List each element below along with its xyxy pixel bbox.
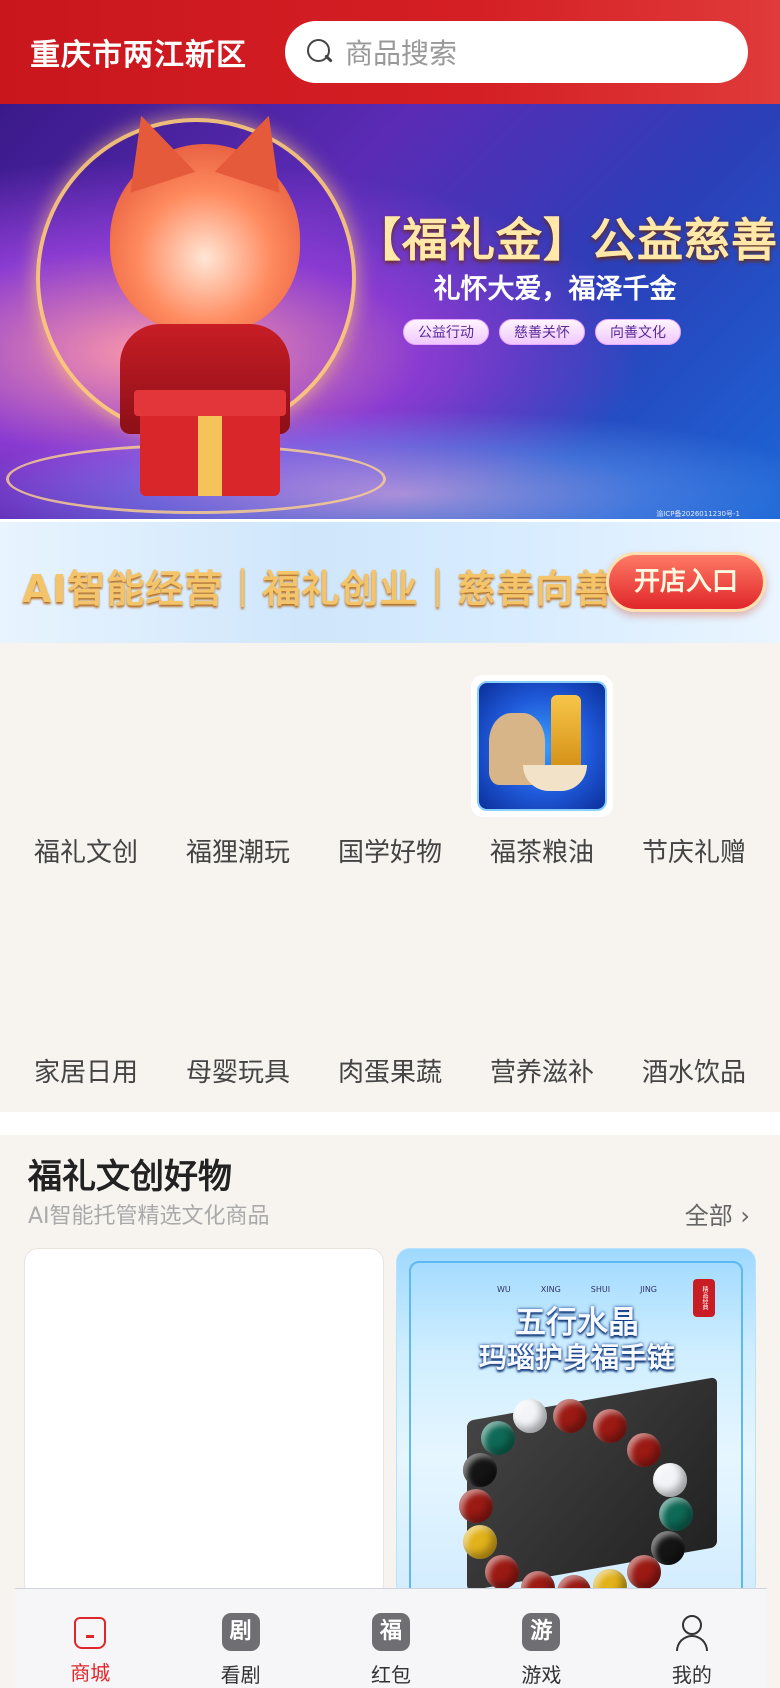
category-item[interactable]: 母婴玩具 xyxy=(163,1052,313,1089)
category-item[interactable]: 营养滋补 xyxy=(467,1052,617,1089)
category-item[interactable]: 节庆礼赠 xyxy=(619,832,769,869)
tab-drama[interactable]: 剧 看剧 xyxy=(165,1589,315,1688)
tab-mall[interactable]: 商城 xyxy=(15,1589,165,1688)
banner-title: 【福礼金】公益慈善 xyxy=(355,213,778,267)
product-card[interactable]: WU XING SHUI JING 精品经典 五行水晶 玛瑙护身福手链 xyxy=(396,1248,756,1598)
category-item[interactable]: 酒水饮品 xyxy=(619,1052,769,1089)
pinyin-word: XING xyxy=(540,1285,561,1294)
banner-tag: 慈善关怀 xyxy=(499,319,585,345)
open-store-button[interactable]: 开店入口 xyxy=(606,552,766,612)
promo-text: AI智能经营｜福礼创业｜慈善向善 xyxy=(22,567,614,611)
category-item[interactable]: 家居日用 xyxy=(11,1052,161,1089)
bracelet-bead xyxy=(459,1489,493,1523)
promo-strip: AI智能经营｜福礼创业｜慈善向善 开店入口 xyxy=(0,522,780,643)
search-bar[interactable]: 商品搜索 xyxy=(285,21,748,83)
banner-tag: 向善文化 xyxy=(595,319,681,345)
category-item[interactable]: 福茶粮油 xyxy=(467,832,617,869)
bracelet-bead xyxy=(463,1453,497,1487)
section-subtitle: AI智能托管精选文化商品 xyxy=(28,1204,270,1229)
bracelet-bead xyxy=(481,1421,515,1455)
pinyin-word: SHUI xyxy=(590,1285,611,1294)
city-selector[interactable]: 重庆市两江新区 xyxy=(30,30,284,74)
bottom-tab-bar: 商城 剧 看剧 福 红包 游 游戏 我的 xyxy=(15,1588,767,1688)
redpacket-icon: 福 xyxy=(372,1613,411,1651)
search-icon xyxy=(307,39,333,65)
game-icon: 游 xyxy=(522,1613,561,1651)
tab-label: 我的 xyxy=(671,1663,712,1687)
tab-label: 游戏 xyxy=(521,1663,562,1687)
view-all-link[interactable]: 全部 › xyxy=(685,1196,750,1231)
bracelet-bead xyxy=(593,1409,627,1443)
drama-icon: 剧 xyxy=(221,1613,260,1651)
banner-tags: 公益行动 慈善关怀 向善文化 xyxy=(403,319,681,345)
category-grid xyxy=(0,643,780,1112)
tab-game[interactable]: 游 游戏 xyxy=(466,1589,616,1688)
tab-mine[interactable]: 我的 xyxy=(617,1589,767,1688)
banner-tag: 公益行动 xyxy=(403,319,489,345)
pinyin-word: JING xyxy=(640,1285,657,1294)
tab-label: 红包 xyxy=(371,1663,412,1687)
search-placeholder: 商品搜索 xyxy=(345,37,458,70)
tab-label: 看剧 xyxy=(220,1663,261,1687)
bracelet-bead xyxy=(659,1497,693,1531)
bracelet-bead xyxy=(651,1531,685,1565)
category-item[interactable]: 国学好物 xyxy=(315,832,465,869)
bracelet-bead xyxy=(653,1463,687,1497)
product-card[interactable] xyxy=(24,1248,384,1598)
banner-subtitle: 礼怀大爱，福泽千金 xyxy=(433,274,677,305)
user-icon xyxy=(673,1613,711,1651)
top-header: 重庆市两江新区 商品搜索 xyxy=(0,0,780,104)
fox-mascot-image xyxy=(110,144,300,334)
product-subtitle: 玛瑙护身福手链 xyxy=(478,1341,675,1374)
grain-oil-category-icon[interactable] xyxy=(471,675,613,817)
bracelet-bead xyxy=(485,1555,519,1589)
section-title: 福礼文创好物 xyxy=(28,1157,232,1197)
pinyin-word: WU xyxy=(496,1285,511,1294)
bracelet-bead xyxy=(463,1525,497,1559)
icp-note: 渝ICP备2026011230号-1 xyxy=(656,510,740,518)
bracelet-bead xyxy=(513,1399,547,1433)
bracelet-bead xyxy=(627,1433,661,1467)
gift-box-image xyxy=(134,390,286,496)
tea-bowl-icon xyxy=(523,765,587,791)
tab-label: 商城 xyxy=(70,1661,111,1685)
category-item[interactable]: 肉蛋果蔬 xyxy=(315,1052,465,1089)
category-item[interactable]: 福礼文创 xyxy=(11,832,161,869)
tab-redpacket[interactable]: 福 红包 xyxy=(316,1589,466,1688)
bracelet-bead xyxy=(553,1399,587,1433)
home-icon xyxy=(74,1617,107,1649)
charity-banner[interactable]: 【福礼金】公益慈善 礼怀大爱，福泽千金 公益行动 慈善关怀 向善文化 渝ICP备… xyxy=(0,104,780,519)
category-item[interactable]: 福狸潮玩 xyxy=(163,832,313,869)
